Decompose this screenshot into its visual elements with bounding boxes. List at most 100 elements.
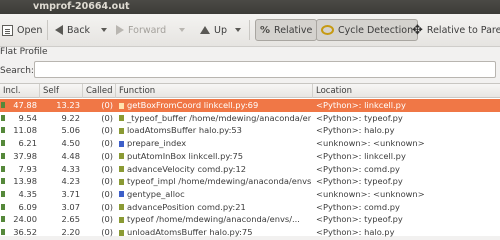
table-row[interactable]: 9.54 9.22 (0) _typeof_buffer /home/mdewing/… <box>0 112 500 125</box>
table-header: Incl. Self Called Function Location <box>0 84 500 98</box>
chevron-down-icon <box>101 28 107 32</box>
called-cell: (0) <box>101 188 113 199</box>
called-cell: (0) <box>101 112 113 123</box>
self-cell: 13.23 <box>56 100 80 110</box>
incl-cell: 11.08 <box>13 125 37 136</box>
table-row[interactable]: 47.88 13.23 (0) getBoxFromCoord linkcell.py… <box>0 99 500 112</box>
incl-cell: 7.93 <box>18 163 37 174</box>
toolbar: Open Back Forward Up % Relative Cycle De… <box>0 14 500 47</box>
arrow-right-icon <box>116 25 124 35</box>
function-cell: getBoxFromCoord linkcell.py:69 <box>127 100 259 110</box>
arrow-left-icon <box>55 25 63 35</box>
flat-profile-table: Incl. Self Called Function Location 47.8… <box>0 83 500 239</box>
python-function-icon <box>119 115 124 122</box>
function-cell: advanceVelocity comd.py:12 <box>127 163 247 174</box>
incl-cell: 9.54 <box>18 112 37 123</box>
called-cell: (0) <box>101 138 113 149</box>
incl-cell: 47.88 <box>13 100 37 110</box>
native-function-icon <box>119 191 124 198</box>
move-icon: ✥ <box>412 22 423 38</box>
relative-label: Relative <box>274 24 313 36</box>
location-cell: <Python>: typeof.py <box>316 214 403 225</box>
forward-button[interactable]: Forward <box>116 19 166 41</box>
self-cell: 4.50 <box>61 138 80 149</box>
incl-cell: 6.09 <box>18 201 37 212</box>
function-cell: advancePosition comd.py:21 <box>127 201 246 212</box>
up-button[interactable]: Up <box>200 19 227 41</box>
search-input[interactable] <box>34 61 496 78</box>
self-cell: 2.20 <box>61 227 80 237</box>
incl-cell: 13.98 <box>13 176 37 187</box>
up-label: Up <box>214 24 227 36</box>
python-function-icon <box>119 153 124 160</box>
table-row[interactable]: 6.09 3.07 (0) advancePosition comd.py:21 <Py… <box>0 201 500 214</box>
column-header-location[interactable]: Location <box>313 84 500 98</box>
function-cell: prepare_index <box>127 138 187 149</box>
location-cell: <unknown>: <unknown> <box>316 138 425 149</box>
self-cell: 9.22 <box>61 112 80 123</box>
relative-to-parent-button[interactable]: ✥ Relative to Parent <box>412 19 500 41</box>
table-row[interactable]: 7.93 4.33 (0) advanceVelocity comd.py:12 <Py… <box>0 163 500 176</box>
forward-menu-button[interactable] <box>176 19 185 41</box>
function-cell: gentype_alloc <box>127 188 185 199</box>
table-row[interactable]: 37.98 4.48 (0) putAtomInBox linkcell.py:75 <… <box>0 150 500 163</box>
cycle-icon <box>321 25 334 35</box>
called-cell: (0) <box>101 163 113 174</box>
relative-toggle[interactable]: % Relative <box>255 19 318 41</box>
called-cell: (0) <box>101 100 113 110</box>
forward-label: Forward <box>128 24 167 36</box>
called-cell: (0) <box>101 214 113 225</box>
table-row[interactable]: 36.52 2.20 (0) unloadAtomsBuffer halo.py:75… <box>0 226 500 239</box>
location-cell: <Python>: linkcell.py <box>316 100 406 110</box>
called-cell: (0) <box>101 227 113 237</box>
table-row[interactable]: 24.00 2.65 (0) typeof /home/mdewing/anacond… <box>0 213 500 226</box>
python-function-icon <box>119 127 124 134</box>
up-menu-button[interactable] <box>232 19 241 41</box>
column-header-incl[interactable]: Incl. <box>0 84 40 98</box>
table-row[interactable]: 6.21 4.50 (0) prepare_index <unknown>: <unkn… <box>0 137 500 150</box>
location-cell: <unknown>: <unknown> <box>316 188 425 199</box>
self-cell: 3.71 <box>61 188 80 199</box>
incl-cell: 36.52 <box>13 227 37 237</box>
search-label: Search: <box>0 66 34 76</box>
self-cell: 3.07 <box>61 201 80 212</box>
table-row[interactable]: 11.08 5.06 (0) loadAtomsBuffer halo.py:53 <P… <box>0 124 500 137</box>
chevron-down-icon <box>179 28 185 32</box>
location-cell: <Python>: linkcell.py <box>316 150 406 161</box>
location-cell: <Python>: comd.py <box>316 163 400 174</box>
back-label: Back <box>67 24 91 36</box>
function-cell: putAtomInBox linkcell.py:75 <box>127 150 243 161</box>
table-row[interactable]: 4.35 3.71 (0) gentype_alloc <unknown>: <unkn… <box>0 188 500 201</box>
called-cell: (0) <box>101 176 113 187</box>
back-menu-button[interactable] <box>98 19 107 41</box>
function-cell: loadAtomsBuffer halo.py:53 <box>127 125 242 136</box>
python-function-icon <box>119 216 124 223</box>
column-header-called[interactable]: Called <box>83 84 116 98</box>
open-button[interactable]: Open <box>2 19 42 41</box>
open-label: Open <box>17 24 43 36</box>
document-icon <box>2 24 13 36</box>
column-header-self[interactable]: Self <box>40 84 83 98</box>
chevron-down-icon <box>235 28 241 32</box>
relative-to-parent-label: Relative to Parent <box>426 24 500 36</box>
location-cell: <Python>: halo.py <box>316 125 395 136</box>
incl-cell: 4.35 <box>18 188 37 199</box>
native-function-icon <box>119 140 124 147</box>
cycle-detection-label: Cycle Detection <box>338 24 414 36</box>
back-button[interactable]: Back <box>55 19 90 41</box>
flat-profile-label: Flat Profile <box>0 47 48 57</box>
table-row[interactable]: 13.98 4.23 (0) typeof_impl /home/mdewing/an… <box>0 175 500 188</box>
called-cell: (0) <box>101 125 113 136</box>
column-header-function[interactable]: Function <box>116 84 313 98</box>
function-cell: typeof /home/mdewing/anaconda/envs/... <box>127 214 300 225</box>
self-cell: 4.33 <box>61 163 80 174</box>
function-cell: _typeof_buffer /home/mdewing/anaconda/en… <box>127 112 311 123</box>
cycle-detection-toggle[interactable]: Cycle Detection <box>316 19 419 41</box>
function-cell: typeof_impl /home/mdewing/anaconda/envs/… <box>127 176 311 187</box>
self-cell: 4.48 <box>61 150 80 161</box>
arrow-up-icon <box>200 26 210 34</box>
python-function-icon <box>119 178 124 185</box>
incl-cell: 37.98 <box>13 150 37 161</box>
percent-icon: % <box>260 24 271 36</box>
location-cell: <Python>: halo.py <box>316 227 395 237</box>
